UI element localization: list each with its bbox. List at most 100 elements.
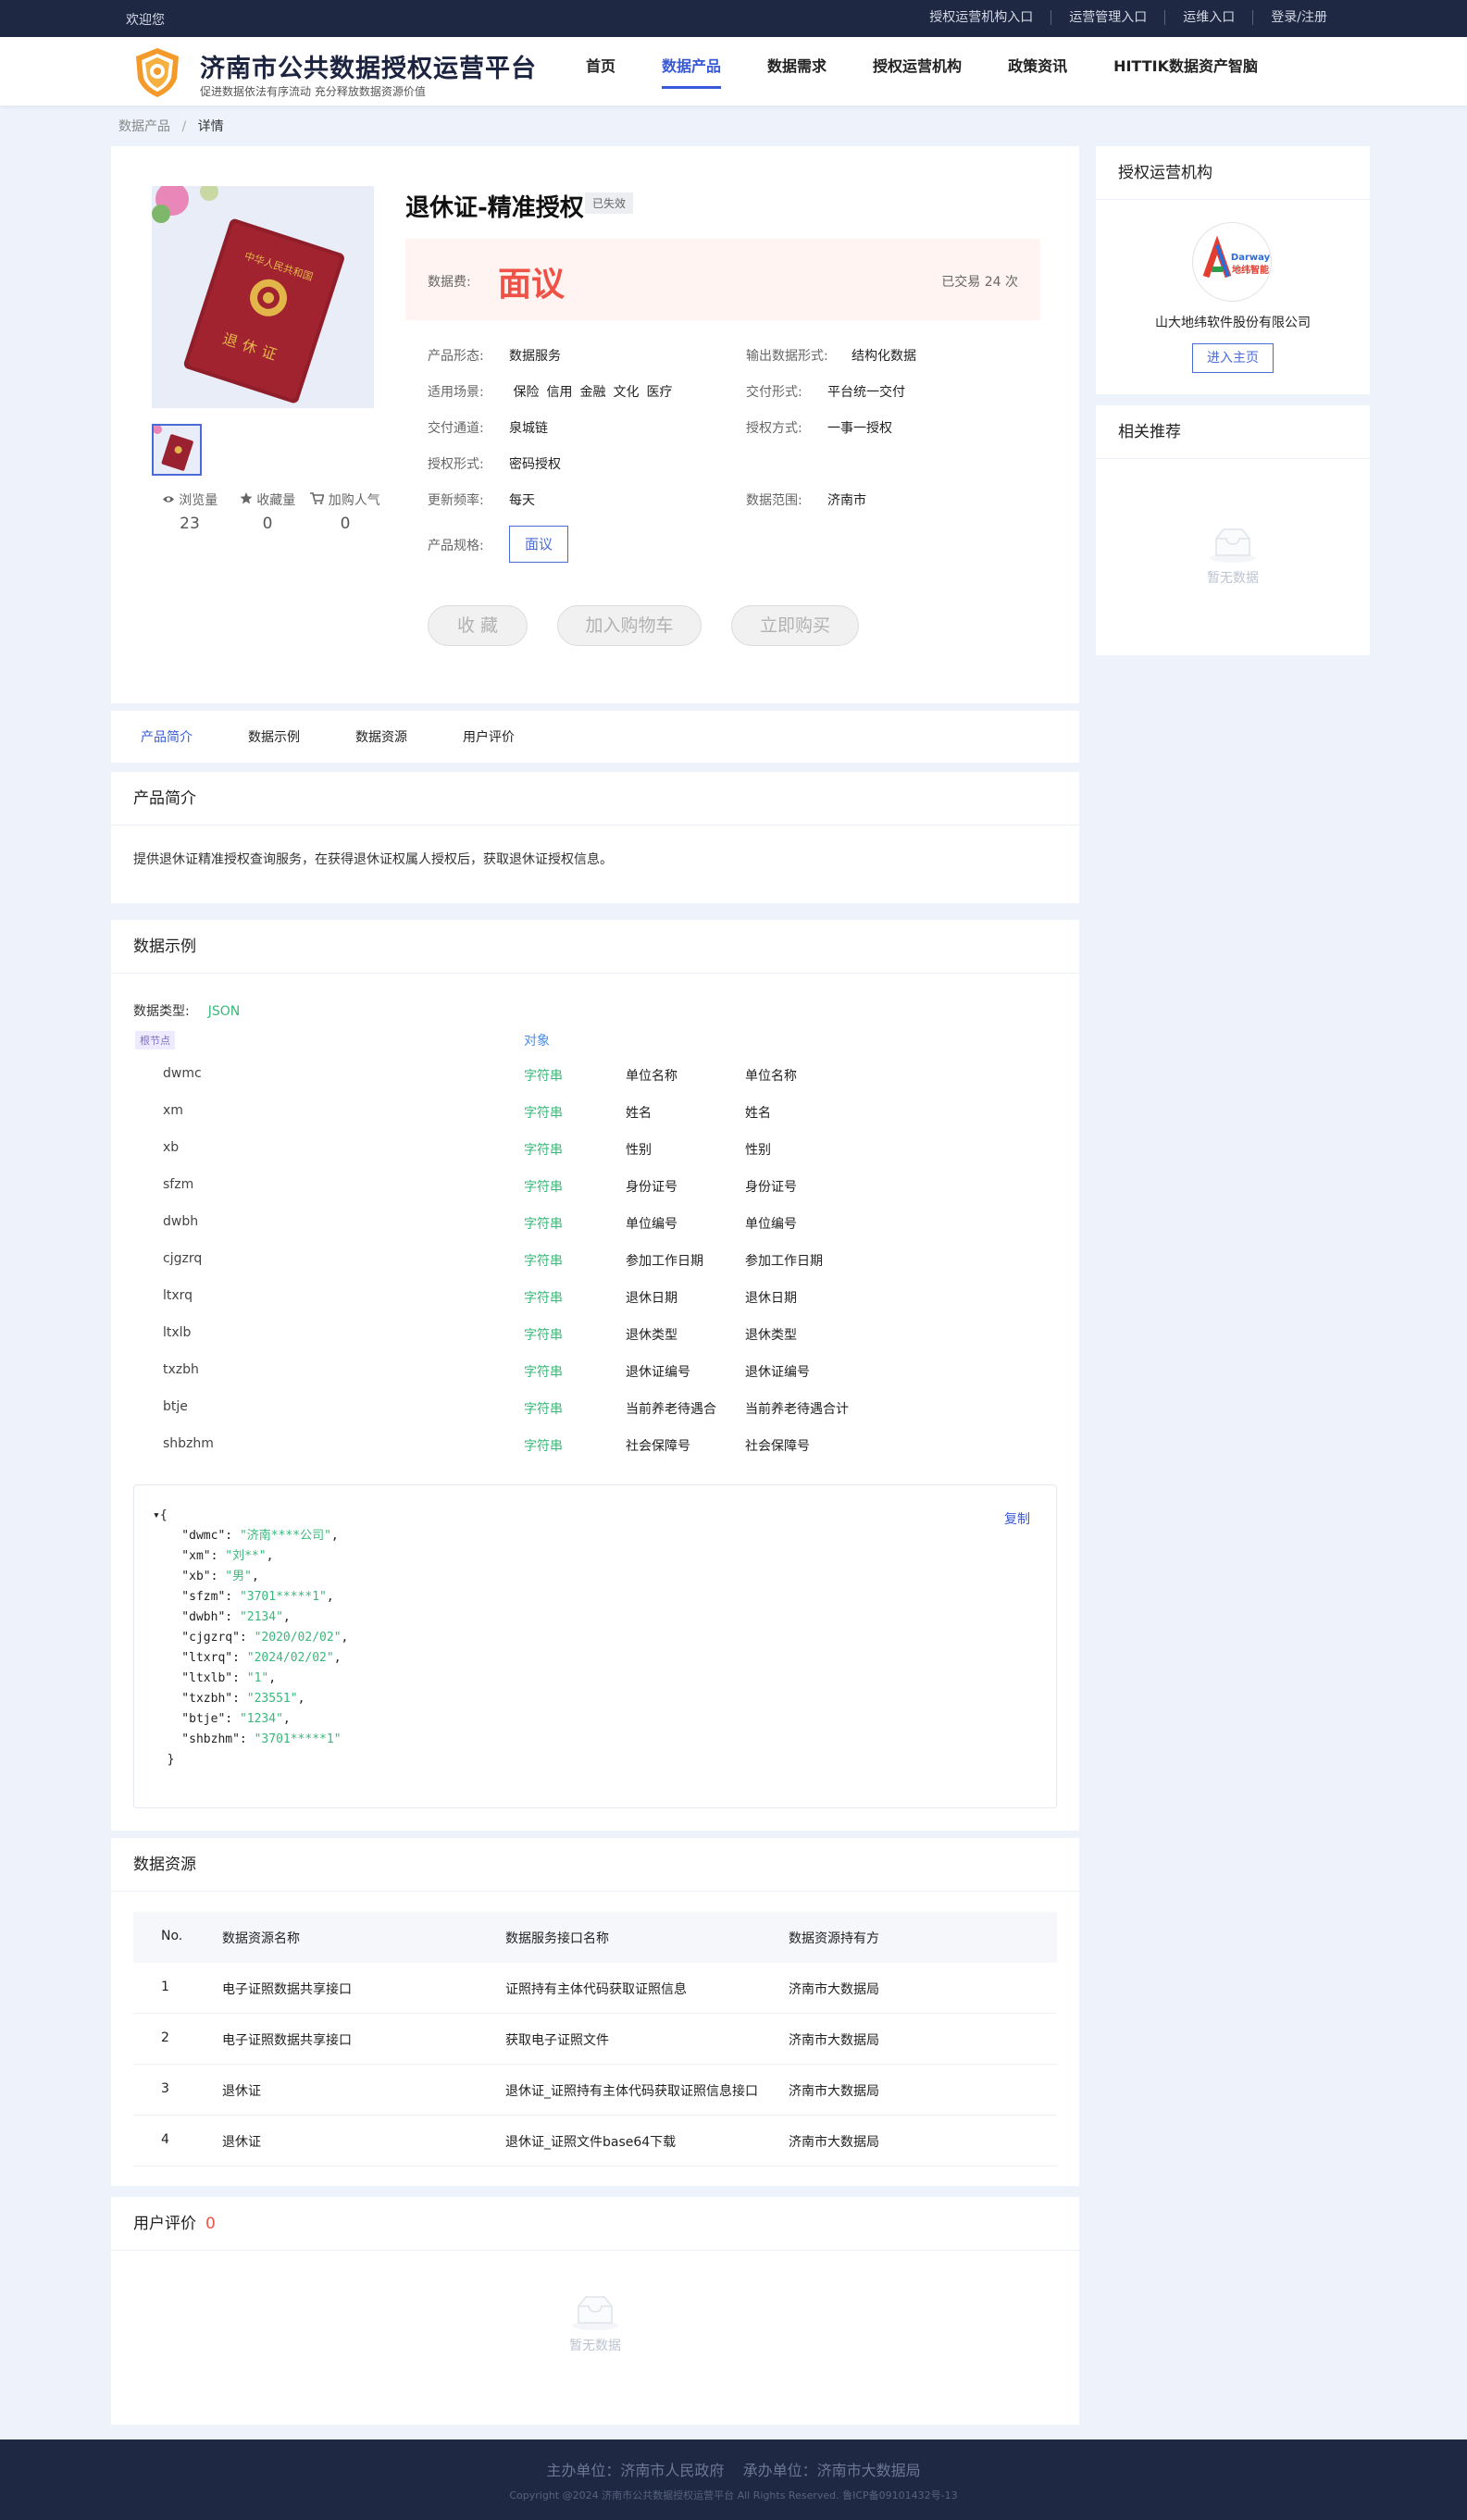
buy-now-button[interactable]: 立即购买 [731, 605, 859, 646]
product-intro-title: 产品简介 [111, 772, 1079, 826]
nav-hittik[interactable]: HITTIK数据资产智脑 [1113, 37, 1258, 106]
attr-auth-form: 授权形式: 密码授权 [428, 457, 561, 472]
field-desc: 身份证号 [745, 1180, 797, 1195]
json-line: "cjgzrq": "2020/02/02", [153, 1631, 349, 1645]
nav-home[interactable]: 首页 [586, 37, 615, 106]
add-to-cart-button[interactable]: 加入购物车 [557, 605, 702, 646]
login-register-link[interactable]: 登录/注册 [1252, 10, 1345, 25]
product-main-image: 中华人民共和国 退休证 [152, 186, 374, 408]
org-logo[interactable]: Darway 地纬智能 [1192, 222, 1272, 302]
org-name: 山大地纬软件股份有限公司 [1155, 316, 1311, 330]
field-name: 性别 [626, 1143, 652, 1158]
attr-data-range: 数据范围: 济南市 [746, 493, 866, 508]
ops-entry-link[interactable]: 运营管理入口 [1051, 10, 1164, 25]
json-line: "btje": "1234", [153, 1712, 291, 1726]
maintenance-entry-link[interactable]: 运维入口 [1164, 10, 1252, 25]
json-open-line[interactable]: ▾{ [153, 1506, 348, 1526]
field-desc: 退休证编号 [745, 1365, 810, 1380]
trade-count: 已交易 24 次 [941, 275, 1018, 290]
platform-title[interactable]: 济南市公共数据授权运营平台 [200, 48, 537, 84]
cell-resource-name: 退休证 [222, 2135, 261, 2150]
field-code: xm [163, 1103, 183, 1118]
cell-resource-name: 电子证照数据共享接口 [222, 2033, 352, 2048]
product-thumbnail[interactable] [152, 424, 202, 476]
operating-org-card: 授权运营机构 Darway 地纬智能 山大地纬软件股份有限公司 进入主页 [1096, 146, 1370, 394]
field-name: 姓名 [626, 1106, 652, 1121]
cart-icon [310, 492, 325, 504]
json-value: "1234" [239, 1712, 283, 1726]
reviews-empty-text: 暂无数据 [569, 2339, 621, 2353]
breadcrumb-separator: / [181, 119, 187, 134]
field-code: txzbh [163, 1362, 199, 1377]
tab-product-intro[interactable]: 产品简介 [141, 727, 193, 746]
header-interface-name: 数据服务接口名称 [505, 1931, 609, 1946]
tab-data-resources[interactable]: 数据资源 [355, 727, 407, 746]
field-name: 社会保障号 [626, 1439, 690, 1454]
field-desc: 参加工作日期 [745, 1254, 823, 1269]
nav-policy-news[interactable]: 政策资讯 [1008, 37, 1067, 106]
json-value-text: 2024/02/02 [254, 1651, 327, 1665]
empty-box-icon [572, 2296, 618, 2330]
attr-product-form: 产品形态: 数据服务 [428, 349, 561, 364]
field-desc: 退休日期 [745, 1291, 797, 1306]
cell-owner: 济南市大数据局 [789, 2033, 879, 2048]
stat-views-value: 23 [180, 515, 200, 533]
nav-operating-orgs[interactable]: 授权运营机构 [873, 37, 962, 106]
spec-option-button[interactable]: 面议 [509, 526, 568, 563]
json-value-text: 23551 [254, 1692, 291, 1706]
product-stats: 浏览量 23 收藏量 0 加购人气 0 [152, 490, 392, 533]
field-code: ltxlb [163, 1325, 192, 1340]
json-value: "男" [225, 1570, 252, 1583]
org-entry-link[interactable]: 授权运营机构入口 [912, 10, 1051, 25]
field-code: sfzm [163, 1177, 194, 1192]
data-sample-section: 数据示例 数据类型: JSON 根节点 对象 dwmc 字符串 单位名称 单位名称 xm 字… [111, 920, 1079, 1831]
tab-user-reviews[interactable]: 用户评价 [463, 727, 515, 746]
root-node-type: 对象 [524, 1034, 550, 1049]
table-row: 3 退休证 退休证_证照持有主体代码获取证照信息接口 济南市大数据局 [133, 2065, 1057, 2116]
field-name: 单位编号 [626, 1217, 678, 1232]
top-bar: 欢迎您 授权运营机构入口 运营管理入口 运维入口 登录/注册 [0, 0, 1467, 37]
json-key: dwmc [189, 1529, 218, 1543]
breadcrumb: 数据产品 / 详情 [118, 117, 224, 135]
json-value: "2020/02/02" [254, 1631, 342, 1645]
cell-interface-name: 退休证_证照文件base64下载 [505, 2135, 677, 2150]
json-line: "dwbh": "2134", [153, 1610, 291, 1624]
field-desc: 退休类型 [745, 1328, 797, 1343]
top-links: 授权运营机构入口 运营管理入口 运维入口 登录/注册 [912, 10, 1345, 25]
data-resources-title: 数据资源 [111, 1838, 1079, 1892]
field-code: dwmc [163, 1066, 202, 1081]
field-row: dwbh 字符串 单位编号 单位编号 [111, 1214, 1079, 1251]
json-value-text: 3701*****1 [261, 1732, 334, 1746]
stat-views-label: 浏览量 [179, 493, 218, 508]
org-homepage-button[interactable]: 进入主页 [1192, 343, 1274, 373]
json-value: "2134" [239, 1610, 283, 1624]
user-reviews-title: 用户评价 0 [111, 2197, 1079, 2251]
breadcrumb-parent[interactable]: 数据产品 [118, 119, 170, 134]
attr-delivery-channel: 交付通道: 泉城链 [428, 421, 548, 436]
svg-text:地纬智能: 地纬智能 [1232, 264, 1269, 276]
table-header: No. 数据资源名称 数据服务接口名称 数据资源持有方 [133, 1912, 1057, 1963]
data-sample-title: 数据示例 [111, 920, 1079, 974]
stat-favorites-value: 0 [262, 515, 273, 533]
product-intro-text: 提供退休证精准授权查询服务，在获得退休证权属人授权后，获取退休证授权信息。 [133, 852, 613, 867]
field-type: 字符串 [524, 1402, 563, 1417]
json-value-text: 2134 [246, 1610, 277, 1624]
json-value-text: 刘** [232, 1549, 259, 1563]
favorite-button[interactable]: 收 藏 [428, 605, 528, 646]
field-name: 当前养老待遇合 [626, 1402, 716, 1417]
stat-cart: 加购人气 0 [307, 490, 383, 533]
copy-button[interactable]: 复制 [1004, 1509, 1030, 1528]
cell-resource-name: 电子证照数据共享接口 [222, 1982, 352, 1997]
stat-cart-value: 0 [340, 515, 351, 533]
platform-shield-logo-icon[interactable] [131, 45, 184, 99]
related-recommend-title: 相关推荐 [1096, 405, 1370, 459]
field-code: cjgzrq [163, 1251, 203, 1266]
nav-data-demand[interactable]: 数据需求 [767, 37, 827, 106]
price-value: 面议 [498, 266, 566, 304]
product-title: 退休证-精准授权 [405, 194, 584, 222]
stat-views: 浏览量 23 [152, 490, 228, 533]
field-type: 字符串 [524, 1365, 563, 1380]
tab-data-sample[interactable]: 数据示例 [248, 727, 300, 746]
nav-data-products[interactable]: 数据产品 [662, 37, 722, 106]
attr-spec-label: 产品规格: [428, 539, 484, 553]
